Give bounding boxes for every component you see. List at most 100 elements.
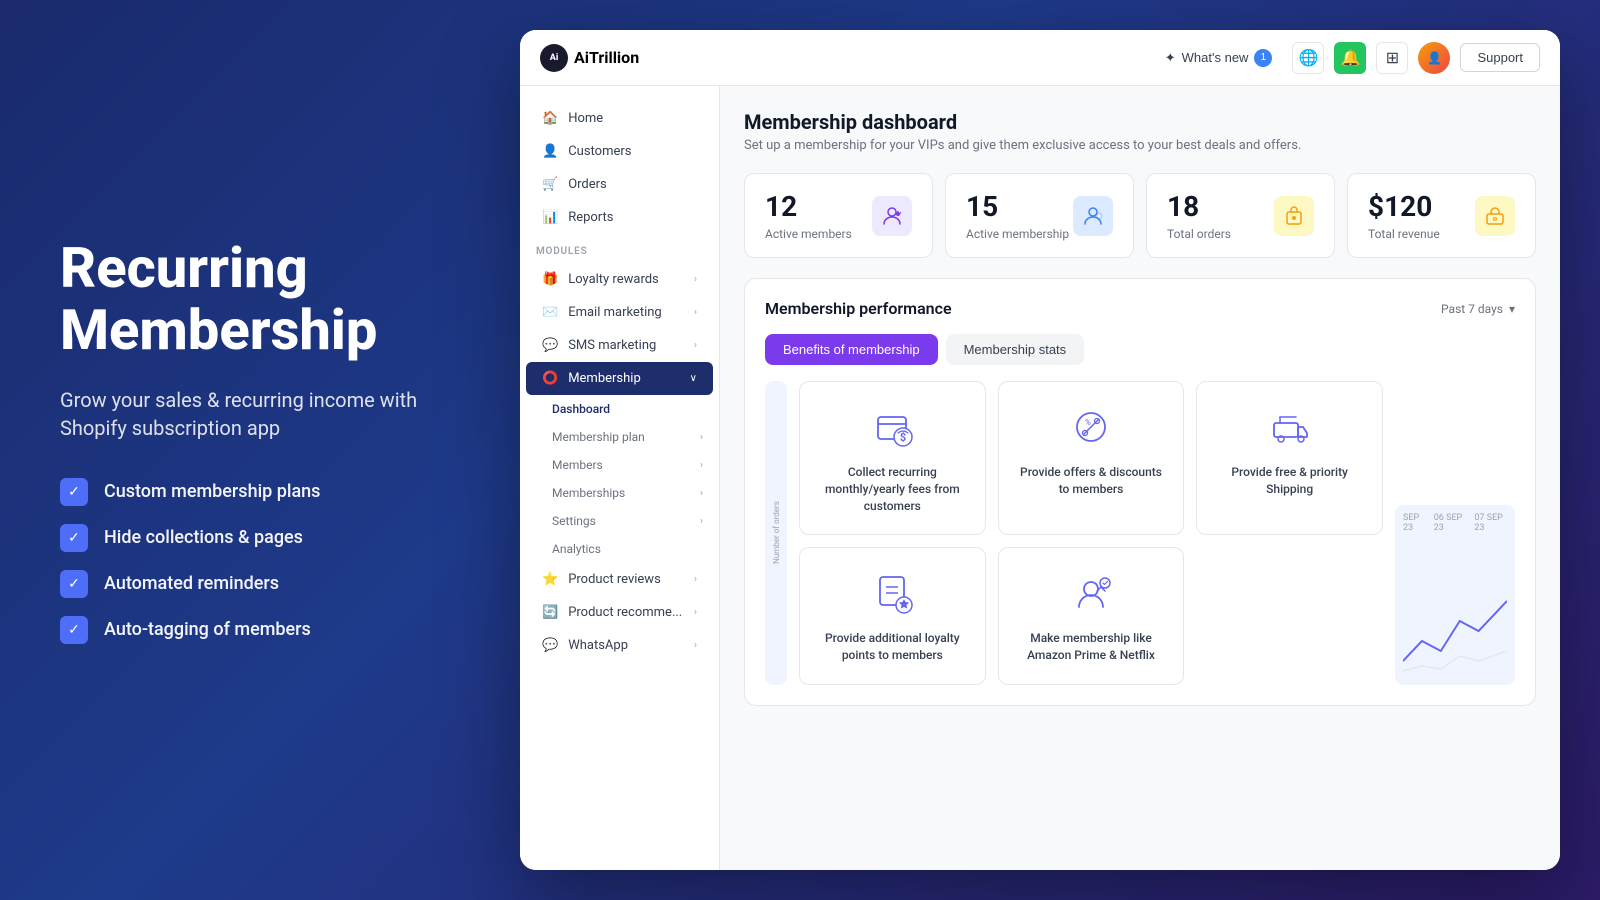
sidebar-sub-settings[interactable]: Settings ›: [520, 507, 719, 535]
chevron-right-icon: ›: [700, 432, 703, 443]
avatar[interactable]: 👤: [1418, 42, 1450, 74]
discount-icon: %: [1066, 402, 1116, 452]
loyalty-icon: 🎁: [542, 272, 558, 287]
sidebar-item-orders[interactable]: 🛒 Orders: [526, 168, 713, 201]
check-icon: ✓: [60, 524, 88, 552]
benefit-card-text: Make membership like Amazon Prime & Netf…: [1015, 630, 1168, 664]
stat-number: $120: [1368, 190, 1440, 223]
whats-new-button[interactable]: ✦ What's new 1: [1155, 43, 1283, 73]
email-icon: ✉️: [542, 305, 558, 320]
sms-icon: 💬: [542, 338, 558, 353]
sidebar-item-reports[interactable]: 📊 Reports: [526, 201, 713, 234]
stat-number: 18: [1167, 190, 1231, 223]
benefit-card-recurring[interactable]: $ Collect recurring monthly/yearly fees …: [799, 381, 986, 535]
cart-icon: 🛒: [542, 177, 558, 192]
sidebar-item-whatsapp[interactable]: 💬 WhatsApp ›: [526, 629, 713, 662]
main-layout: 🏠 Home 👤 Customers 🛒 Orders 📊 Reports MO…: [520, 86, 1560, 870]
chevron-right-icon: ›: [694, 574, 697, 585]
benefit-card-shipping[interactable]: Provide free & priority Shipping: [1196, 381, 1383, 535]
stat-icon: [1274, 196, 1314, 236]
sidebar-sub-analytics[interactable]: Analytics: [520, 535, 719, 563]
sidebar-item-home[interactable]: 🏠 Home: [526, 102, 713, 135]
reports-icon: 📊: [542, 210, 558, 225]
chevron-right-icon: ›: [700, 488, 703, 499]
chevron-down-icon: ∨: [690, 373, 697, 384]
customers-icon: 👤: [542, 144, 558, 159]
list-item: ✓ Auto-tagging of members: [60, 616, 460, 644]
notification-button[interactable]: 🔔: [1334, 42, 1366, 74]
topbar: Ai AiTrillion ✦ What's new 1 🌐 🔔 ⊞ 👤: [520, 30, 1560, 86]
modules-label: MODULES: [520, 234, 719, 263]
support-button[interactable]: Support: [1460, 43, 1540, 72]
sidebar-item-sms[interactable]: 💬 SMS marketing ›: [526, 329, 713, 362]
list-item: ✓ Custom membership plans: [60, 478, 460, 506]
benefit-card-text: Collect recurring monthly/yearly fees fr…: [816, 464, 969, 514]
recommendation-icon: 🔄: [542, 605, 558, 620]
content-header: Membership dashboard Set up a membership…: [744, 110, 1536, 153]
subtitle: Grow your sales & recurring income with …: [60, 386, 460, 442]
tab-benefits[interactable]: Benefits of membership: [765, 334, 938, 365]
sidebar-item-customers[interactable]: 👤 Customers: [526, 135, 713, 168]
grid-button[interactable]: ⊞: [1376, 42, 1408, 74]
benefit-card-text: Provide free & priority Shipping: [1213, 464, 1366, 498]
sidebar-sub-plan[interactable]: Membership plan ›: [520, 423, 719, 451]
whatsapp-icon: 💬: [542, 638, 558, 653]
stat-card-total-orders: 18 Total orders: [1146, 173, 1335, 258]
sparkle-icon: ✦: [1165, 50, 1176, 66]
performance-section: Membership performance Past 7 days ▾ Ben…: [744, 278, 1536, 706]
benefit-card-loyalty[interactable]: Provide additional loyalty points to mem…: [799, 547, 986, 685]
check-icon: ✓: [60, 478, 88, 506]
page-title: Membership dashboard: [744, 110, 1536, 134]
benefit-card-discounts[interactable]: % Provide offers & discounts to members: [998, 381, 1185, 535]
stat-label: Total orders: [1167, 227, 1231, 241]
benefit-card-text: Provide offers & discounts to members: [1015, 464, 1168, 498]
tab-stats[interactable]: Membership stats: [946, 334, 1085, 365]
sidebar-item-membership[interactable]: ⭕ Membership ∨: [526, 362, 713, 395]
stat-icon: [872, 196, 912, 236]
stat-icon: [1475, 196, 1515, 236]
logo: Ai AiTrillion: [540, 44, 639, 72]
bell-icon: 🔔: [1340, 48, 1360, 67]
svg-text:%: %: [1085, 418, 1091, 427]
sidebar-item-reviews[interactable]: ⭐ Product reviews ›: [526, 563, 713, 596]
content-area: Membership dashboard Set up a membership…: [720, 86, 1560, 870]
list-item: ✓ Hide collections & pages: [60, 524, 460, 552]
prime-membership-icon: [1066, 568, 1116, 618]
benefit-card-prime[interactable]: Make membership like Amazon Prime & Netf…: [998, 547, 1185, 685]
chevron-right-icon: ›: [694, 640, 697, 651]
check-icon: ✓: [60, 616, 88, 644]
chevron-right-icon: ›: [694, 274, 697, 285]
star-icon: ⭐: [542, 572, 558, 587]
stat-card-active-membership: 15 Active membership: [945, 173, 1134, 258]
perf-header: Membership performance Past 7 days ▾: [765, 299, 1515, 318]
chart-side-panel: Number of orders: [765, 381, 787, 685]
chevron-right-icon: ›: [694, 307, 697, 318]
sidebar-item-email[interactable]: ✉️ Email marketing ›: [526, 296, 713, 329]
app-window: Ai AiTrillion ✦ What's new 1 🌐 🔔 ⊞ 👤: [520, 30, 1560, 870]
feature-list: ✓ Custom membership plans ✓ Hide collect…: [60, 478, 460, 644]
benefits-layout: Number of orders: [765, 381, 1515, 685]
benefit-card-text: Provide additional loyalty points to mem…: [816, 630, 969, 664]
sidebar-item-loyalty[interactable]: 🎁 Loyalty rewards ›: [526, 263, 713, 296]
stat-icon: [1073, 196, 1113, 236]
heading: Recurring Membership: [60, 238, 460, 361]
sidebar-item-recommendations[interactable]: 🔄 Product recomme... ›: [526, 596, 713, 629]
sidebar-sub-dashboard[interactable]: Dashboard: [520, 395, 719, 423]
chevron-down-icon: ▾: [1509, 302, 1515, 316]
sidebar: 🏠 Home 👤 Customers 🛒 Orders 📊 Reports MO…: [520, 86, 720, 870]
shipping-icon: [1265, 402, 1315, 452]
logo-text: AiTrillion: [574, 48, 639, 67]
sidebar-sub-memberships[interactable]: Memberships ›: [520, 479, 719, 507]
page-subtitle: Set up a membership for your VIPs and gi…: [744, 138, 1536, 153]
date-filter[interactable]: Past 7 days ▾: [1441, 302, 1515, 316]
language-button[interactable]: 🌐: [1292, 42, 1324, 74]
list-item: ✓ Automated reminders: [60, 570, 460, 598]
stat-label: Active members: [765, 227, 852, 241]
chart-right-panel: SEP 23 06 SEP 23 07 SEP 23: [1395, 381, 1515, 685]
membership-icon: ⭕: [542, 371, 558, 386]
check-icon: ✓: [60, 570, 88, 598]
sidebar-sub-members[interactable]: Members ›: [520, 451, 719, 479]
tabs-row: Benefits of membership Membership stats: [765, 334, 1515, 365]
language-icon: 🌐: [1298, 48, 1318, 67]
chevron-right-icon: ›: [694, 607, 697, 618]
